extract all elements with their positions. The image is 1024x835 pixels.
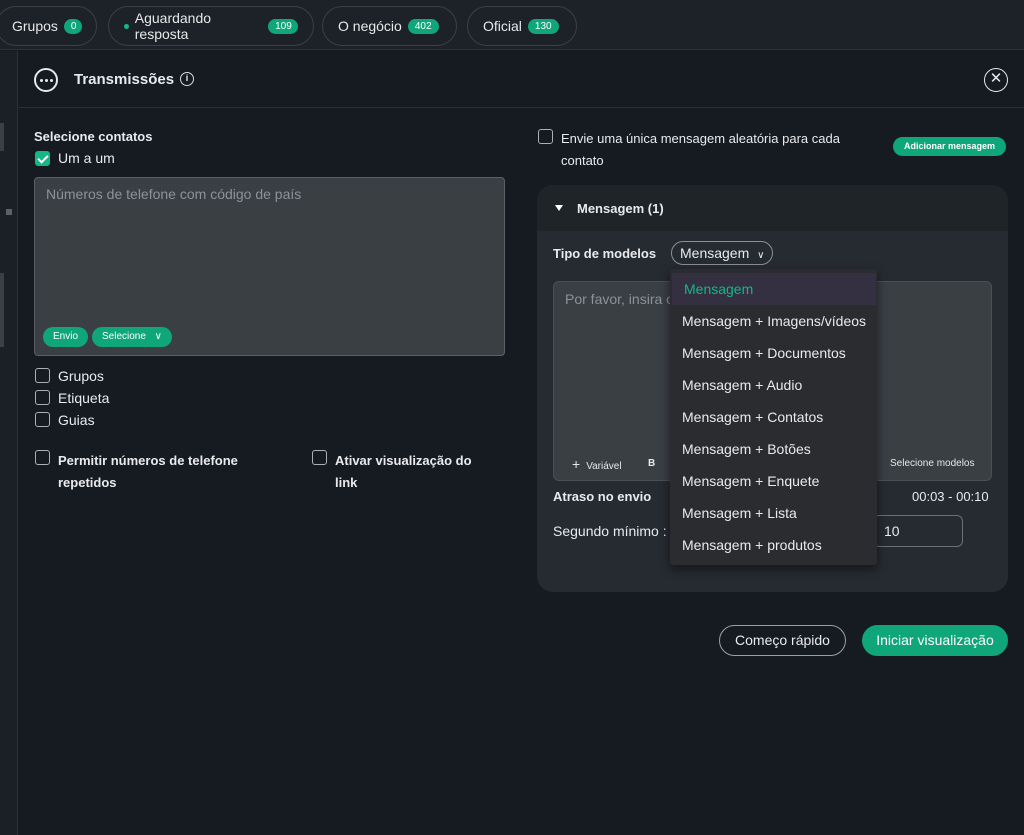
tab-label: Aguardando resposta: [134, 10, 212, 42]
chat-bubble-icon: [34, 68, 58, 92]
dropdown-option[interactable]: Mensagem + Botões: [670, 433, 877, 465]
dialog-header: Transmissões i ✕: [18, 51, 1024, 108]
sidebar-marker: [0, 273, 4, 347]
caret-down-icon: [555, 205, 563, 211]
dropdown-option[interactable]: Mensagem + Documentos: [670, 337, 877, 369]
phone-placeholder: Números de telefone com código de país: [46, 186, 302, 202]
top-tabs-bar: Grupos 0 Aguardando resposta 109 O negóc…: [0, 0, 1024, 50]
model-type-value: Mensagem: [680, 245, 750, 261]
select-contacts-heading: Selecione contatos: [34, 129, 153, 144]
allow-repeated-checkbox[interactable]: [35, 450, 50, 465]
tab-count-badge: 109: [268, 18, 298, 34]
groups-checkbox[interactable]: [35, 368, 50, 383]
model-type-label: Tipo de modelos: [553, 246, 657, 261]
sidebar-marker: [6, 209, 12, 215]
dropdown-option[interactable]: Mensagem: [672, 273, 876, 305]
tab-count-badge: 0: [63, 18, 82, 34]
delay-range: 00:03 - 00:10: [912, 489, 989, 504]
model-type-dropdown: Mensagem Mensagem + Imagens/vídeos Mensa…: [670, 269, 877, 565]
tab-oficial[interactable]: Oficial 130: [467, 6, 577, 46]
left-sidebar-edge: [0, 51, 18, 835]
unread-dot-icon: [124, 23, 129, 29]
tab-label: Oficial: [483, 18, 522, 34]
tab-aguardando-resposta[interactable]: Aguardando resposta 109: [108, 6, 314, 46]
quick-start-button[interactable]: Começo rápido: [719, 625, 846, 656]
variable-label: Variável: [586, 461, 622, 472]
message-card-header[interactable]: Mensagem (1): [537, 185, 1008, 231]
tab-count-badge: 402: [407, 18, 439, 34]
tab-count-badge: 130: [527, 18, 559, 34]
phone-numbers-textarea[interactable]: Números de telefone com código de país E…: [34, 177, 505, 356]
info-icon[interactable]: i: [180, 72, 194, 86]
one-by-one-checkbox[interactable]: [35, 151, 50, 166]
label-checkbox[interactable]: [35, 390, 50, 405]
message-section-title: Mensagem (1): [577, 201, 664, 216]
close-icon[interactable]: ✕: [984, 68, 1008, 92]
dropdown-option[interactable]: Mensagem + Imagens/vídeos: [670, 305, 877, 337]
max-seconds-input[interactable]: 10: [873, 515, 963, 547]
start-preview-button[interactable]: Iniciar visualização: [862, 625, 1008, 656]
tab-o-negocio[interactable]: O negócio 402: [322, 6, 457, 46]
dropdown-option[interactable]: Mensagem + Enquete: [670, 465, 877, 497]
one-by-one-label: Um a um: [58, 150, 115, 166]
guides-label: Guias: [58, 412, 95, 428]
guides-checkbox[interactable]: [35, 412, 50, 427]
dropdown-option[interactable]: Mensagem + Contatos: [670, 401, 877, 433]
random-message-label: Envie uma única mensagem aleatória para …: [561, 131, 840, 168]
dropdown-option[interactable]: Mensagem + Audio: [670, 369, 877, 401]
chevron-down-icon: ∨: [154, 331, 162, 342]
send-pill-button[interactable]: Envio: [43, 327, 89, 347]
enable-link-preview-checkbox[interactable]: [312, 450, 327, 465]
enable-link-preview-label: Ativar visualização do link: [335, 453, 472, 490]
allow-repeated-label: Permitir números de telefone repetidos: [58, 453, 238, 490]
select-models-button[interactable]: Selecione modelos: [890, 458, 975, 469]
chevron-down-icon: ∨: [757, 250, 765, 261]
sidebar-marker: [0, 123, 4, 151]
editor-placeholder: Por favor, insira o: [565, 291, 674, 307]
min-seconds-label: Segundo mínimo :: [553, 523, 667, 539]
plus-icon: +: [572, 456, 581, 472]
random-message-checkbox[interactable]: [538, 129, 553, 144]
delay-label: Atraso no envio: [553, 489, 652, 504]
tab-label: Grupos: [12, 18, 58, 34]
select-pill-button[interactable]: Selecione ∨: [92, 327, 172, 347]
dropdown-option[interactable]: Mensagem + produtos: [670, 529, 877, 561]
tab-grupos[interactable]: Grupos 0: [0, 6, 97, 46]
tab-label: O negócio: [338, 18, 402, 34]
label-label: Etiqueta: [58, 390, 110, 406]
select-pill-label: Selecione: [102, 331, 146, 342]
groups-label: Grupos: [58, 368, 104, 384]
bold-button[interactable]: B: [648, 458, 655, 469]
variable-button[interactable]: + Variável: [572, 456, 622, 472]
model-type-select[interactable]: Mensagem ∨: [671, 241, 774, 265]
add-message-button[interactable]: Adicionar mensagem: [893, 137, 1007, 156]
dialog-title: Transmissões: [74, 71, 175, 88]
dropdown-option[interactable]: Mensagem + Lista: [670, 497, 877, 529]
